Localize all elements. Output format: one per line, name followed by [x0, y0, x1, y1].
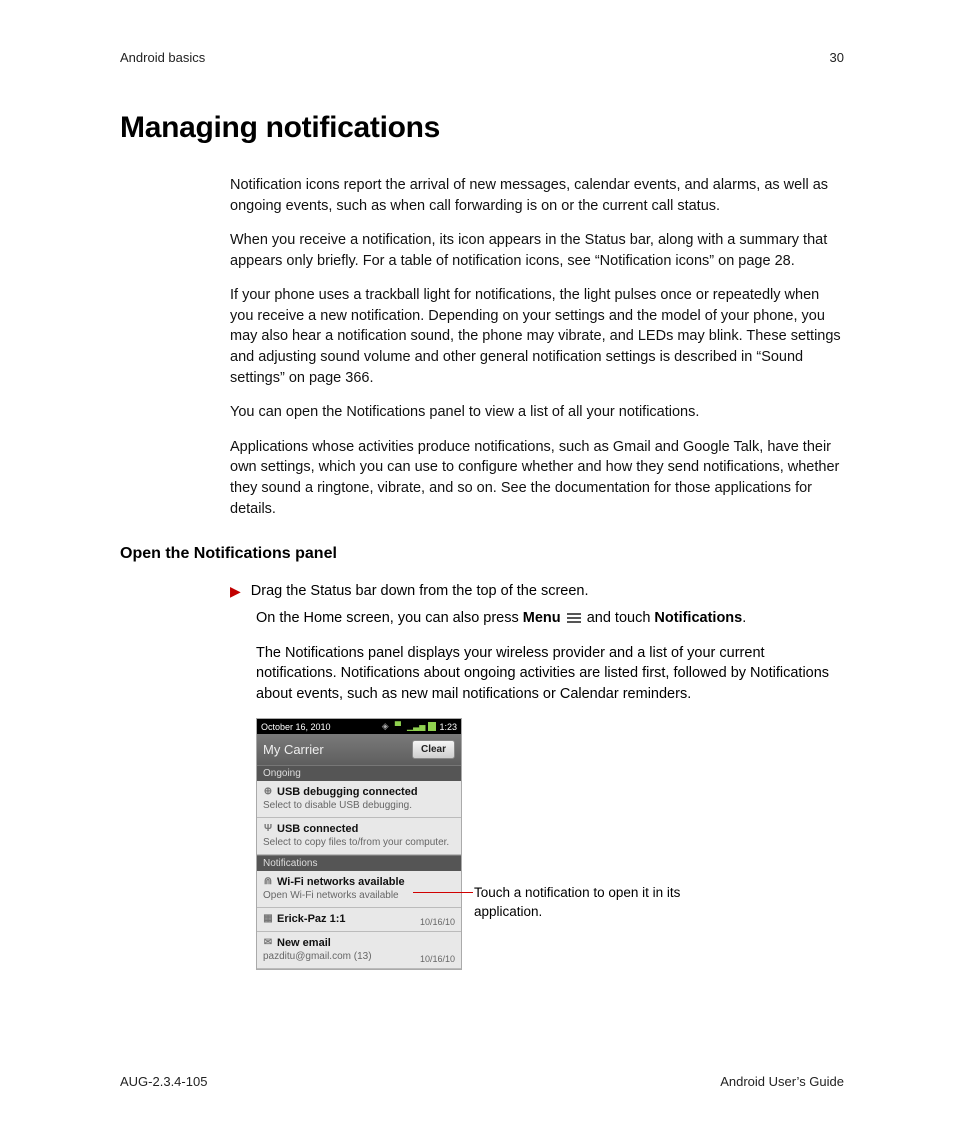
callout-text: Touch a notification to open it in its a…: [474, 884, 734, 920]
data-icon: ▝▘: [392, 722, 404, 731]
footer-left: AUG-2.3.4-105: [120, 1074, 207, 1089]
status-time: 1:23: [439, 722, 457, 732]
usb-icon: Ψ: [263, 824, 273, 834]
clear-button[interactable]: Clear: [412, 740, 455, 759]
notification-item[interactable]: ⊕ USB debugging connected Select to disab…: [257, 781, 461, 818]
notification-item[interactable]: ⋒Wi-Fi networks available Open Wi-Fi net…: [257, 871, 461, 908]
step-text: Drag the Status bar down from the top of…: [251, 581, 844, 602]
notification-item[interactable]: Ψ USB connected Select to copy files to/f…: [257, 818, 461, 855]
signal-icon: ▁▃▅: [407, 722, 425, 731]
body-paragraph: When you receive a notification, its ico…: [230, 230, 844, 271]
text-run: and touch: [583, 610, 655, 626]
status-icons: ◈ ▝▘ ▁▃▅ 1:23: [382, 721, 457, 732]
page-title: Managing notifications: [120, 111, 844, 145]
running-header: Android basics 30: [120, 50, 844, 65]
phone-screenshot: October 16, 2010 ◈ ▝▘ ▁▃▅ 1:23 My Carrie…: [256, 718, 462, 970]
running-footer: AUG-2.3.4-105 Android User’s Guide: [120, 1074, 844, 1089]
mail-icon: ✉: [263, 938, 273, 948]
notif-title: Erick-Paz 1:1: [277, 913, 345, 925]
text-run: .: [742, 610, 746, 626]
body-paragraph: Notification icons report the arrival of…: [230, 175, 844, 216]
notifications-label: Notifications: [654, 610, 742, 626]
notif-title: New email: [277, 937, 331, 949]
step-subtext: On the Home screen, you can also press M…: [256, 608, 844, 629]
header-page-number: 30: [830, 50, 844, 65]
subheading: Open the Notifications panel: [120, 545, 844, 563]
text-run: On the Home screen, you can also press: [256, 610, 523, 626]
ongoing-section-label: Ongoing: [257, 765, 461, 781]
battery-icon: [428, 722, 436, 731]
notif-title: USB debugging connected: [277, 786, 418, 798]
body-paragraph: If your phone uses a trackball light for…: [230, 285, 844, 388]
status-bar: October 16, 2010 ◈ ▝▘ ▁▃▅ 1:23: [257, 719, 461, 734]
notif-date: 10/16/10: [420, 954, 455, 964]
gps-icon: ◈: [382, 721, 389, 732]
menu-icon: [567, 613, 581, 623]
notification-item[interactable]: ✉New email pazditu@gmail.com (13) 10/16/…: [257, 932, 461, 969]
callout-line: [413, 892, 473, 893]
body-paragraph: Applications whose activities produce no…: [230, 437, 844, 519]
bug-icon: ⊕: [263, 787, 273, 797]
calendar-icon: ▦: [263, 914, 273, 924]
footer-right: Android User’s Guide: [720, 1074, 844, 1089]
status-date: October 16, 2010: [261, 722, 331, 732]
notif-subtext: Select to copy files to/from your comput…: [263, 837, 455, 848]
carrier-name: My Carrier: [263, 742, 324, 757]
notif-title: Wi-Fi networks available: [277, 876, 405, 888]
figure: October 16, 2010 ◈ ▝▘ ▁▃▅ 1:23 My Carrie…: [256, 718, 844, 970]
notification-item[interactable]: ▦ Erick-Paz 1:1 10/16/10: [257, 908, 461, 932]
notif-subtext: Select to disable USB debugging.: [263, 800, 455, 811]
step-marker-icon: ▶: [230, 581, 241, 602]
notif-date: 10/16/10: [420, 917, 455, 927]
step-paragraph: The Notifications panel displays your wi…: [256, 643, 844, 705]
wifi-icon: ⋒: [263, 877, 273, 887]
notifications-section-label: Notifications: [257, 855, 461, 871]
carrier-row: My Carrier Clear: [257, 734, 461, 765]
header-section: Android basics: [120, 50, 205, 65]
body-paragraph: You can open the Notifications panel to …: [230, 402, 844, 423]
notif-title: USB connected: [277, 823, 358, 835]
menu-label: Menu: [523, 610, 561, 626]
